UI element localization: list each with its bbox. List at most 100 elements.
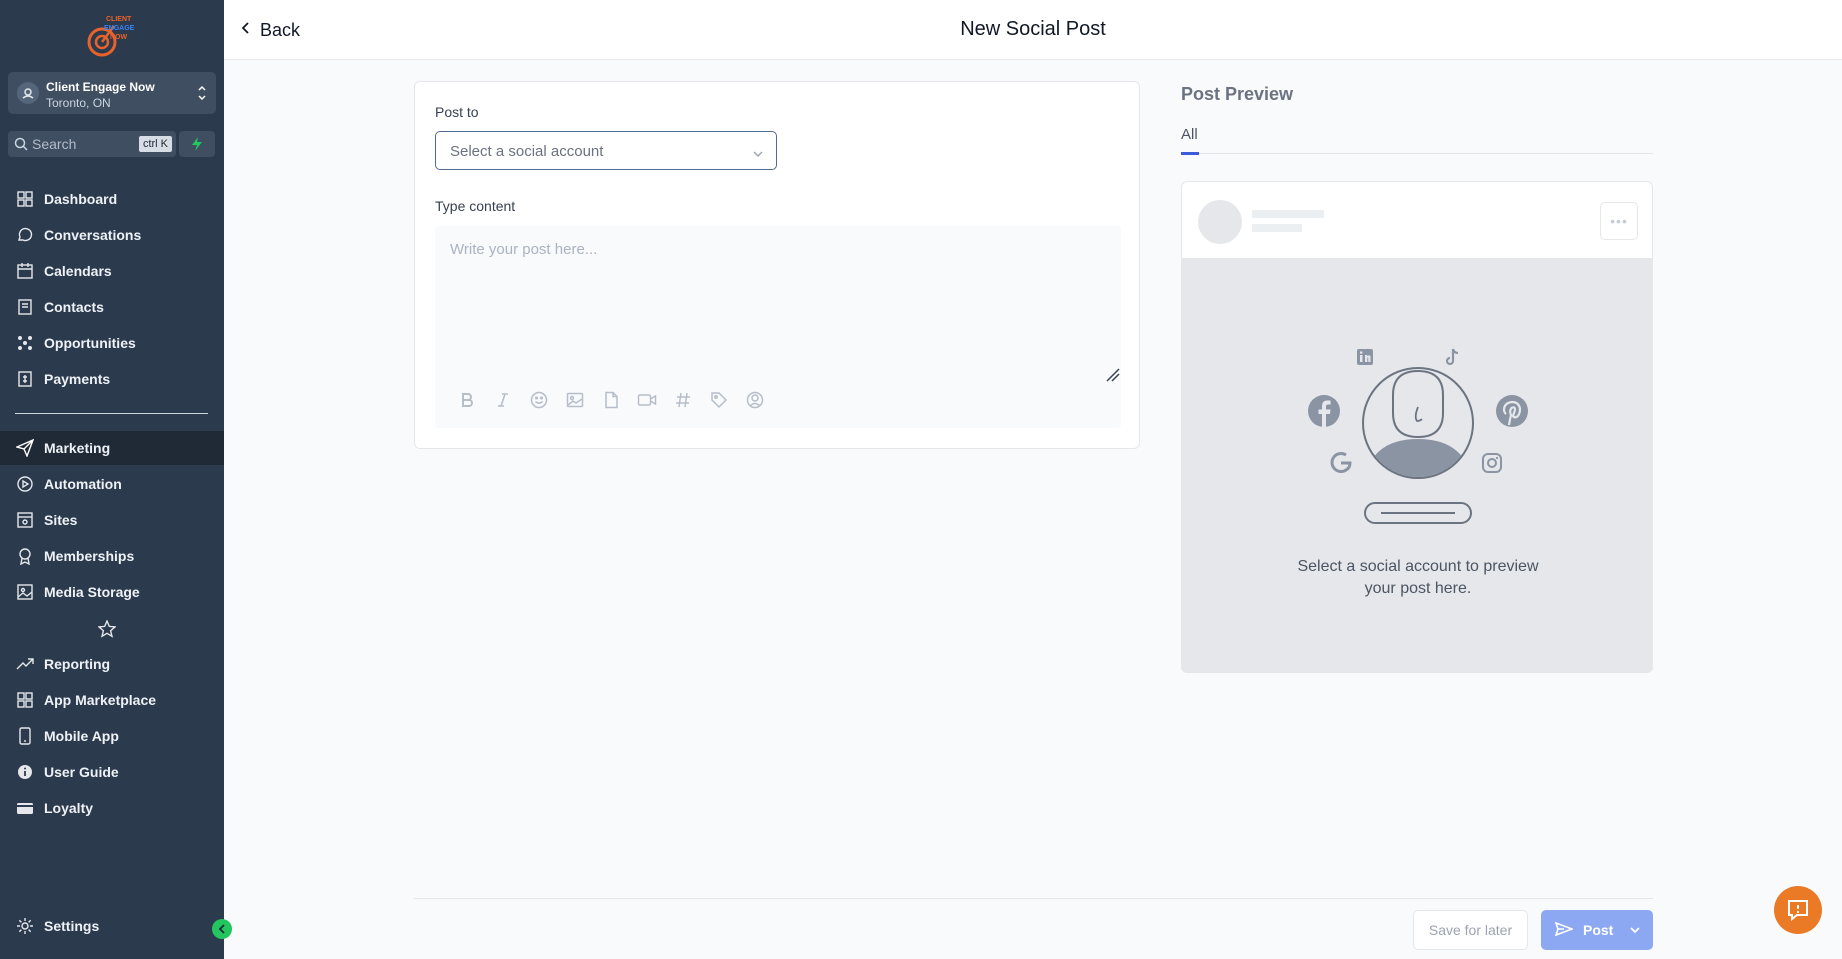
save-for-later-button[interactable]: Save for later [1413,910,1528,950]
sidebar-item-mobile-app[interactable]: Mobile App [0,719,224,753]
sidebar-item-settings[interactable]: Settings [0,909,224,943]
social-accounts-illustration [1308,347,1528,529]
bold-icon[interactable] [457,390,477,410]
page-title: New Social Post [960,18,1106,40]
gear-icon [16,917,34,935]
loyalty-icon [16,799,34,817]
sidebar-item-app-marketplace[interactable]: App Marketplace [0,683,224,717]
hashtag-icon[interactable] [673,390,693,410]
contacts-icon [16,298,34,316]
skeleton-line [1252,224,1302,232]
search-placeholder: Search [32,136,77,152]
content-placeholder: Write your post here... [450,241,598,258]
sidebar-item-label: Payments [44,371,111,387]
document-icon[interactable] [601,390,621,410]
search-shortcut: ctrl K [138,136,172,152]
dashboard-icon [16,190,34,208]
sidebar-item-reporting[interactable]: Reporting [0,647,224,681]
sidebar-item-label: Calendars [44,263,112,279]
preview-empty-message: Select a social account to preview your … [1297,558,1539,597]
info-icon [16,763,34,781]
preview-title: Post Preview [1181,84,1294,104]
feedback-icon [1788,900,1808,922]
send-icon [1554,921,1575,940]
more-options-icon[interactable]: ••• [1600,202,1638,240]
sidebar-item-media-storage[interactable]: Media Storage [0,575,224,609]
social-account-select[interactable]: Select a social account [435,131,777,170]
post-to-label: Post to [435,104,479,120]
automation-icon [16,475,34,493]
account-name: Client Engage Now [46,80,155,94]
pinterest-icon [1496,395,1528,427]
search-icon [14,137,28,156]
sidebar-item-payments[interactable]: Payments [0,362,224,396]
chevron-down-icon[interactable] [1629,922,1641,938]
tag-icon[interactable] [709,390,729,410]
payments-icon [16,370,34,388]
sidebar-item-loyalty[interactable]: Loyalty [0,791,224,825]
editor-toolbar [457,390,765,410]
post-content-editor[interactable]: Write your post here... [435,226,1121,428]
chevron-left-icon [218,924,225,934]
sites-icon [16,511,34,529]
sidebar-item-label: User Guide [44,764,119,780]
sidebar-item-label: Memberships [44,548,135,564]
tab-divider [1181,153,1653,154]
send-icon [14,438,35,458]
sidebar-item-dashboard[interactable]: Dashboard [0,182,224,216]
tab-active-indicator [1181,152,1199,155]
sidebar-item-marketing[interactable]: Marketing [0,431,224,465]
resize-handle-icon[interactable] [1105,367,1121,388]
sidebar-item-sites[interactable]: Sites [0,503,224,537]
post-label: Post [1583,922,1614,938]
chevron-updown-icon [197,82,207,104]
page-header: Back New Social Post [224,0,1842,60]
apps-icon [16,691,34,709]
avatar-placeholder [1198,200,1242,244]
sidebar-item-label: Marketing [44,440,111,456]
sidebar-item-label: Automation [44,476,122,492]
sidebar-item-label: Media Storage [44,584,140,600]
account-location: Toronto, ON [46,96,111,110]
sidebar-collapse-button[interactable] [212,919,232,939]
sidebar-item-memberships[interactable]: Memberships [0,539,224,573]
svg-text:NOW: NOW [110,34,128,41]
sidebar: CLIENT ENGAGE NOW Client Engage Now Toro… [0,0,224,959]
post-button[interactable]: Post [1541,910,1653,950]
compose-card: Post to Select a social account Type con… [414,81,1140,449]
account-switcher[interactable]: Client Engage Now Toronto, ON [8,72,216,114]
sidebar-item-label: Mobile App [44,728,119,744]
user-avatar-illustration [1362,367,1474,479]
video-icon[interactable] [637,390,657,410]
tiktok-icon [1445,348,1459,366]
chat-icon [16,226,34,244]
user-tag-icon[interactable] [745,390,765,410]
sidebar-item-label: Settings [44,918,100,934]
emoji-icon[interactable] [529,390,549,410]
sidebar-item-user-guide[interactable]: User Guide [0,755,224,789]
quick-actions-button[interactable] [179,131,215,157]
help-chat-button[interactable] [1774,886,1822,934]
membership-icon [16,547,34,566]
image-icon[interactable] [565,390,585,410]
svg-text:CLIENT: CLIENT [106,16,132,23]
preview-card-header: ••• [1182,182,1652,258]
search-input[interactable]: Search ctrl K [8,131,176,157]
svg-text:ENGAGE: ENGAGE [104,25,135,32]
sidebar-item-label: Dashboard [44,191,118,207]
sidebar-item-calendars[interactable]: Calendars [0,254,224,288]
facebook-icon [1308,395,1340,427]
sidebar-item-label: Loyalty [44,800,94,816]
tab-all[interactable]: All [1181,126,1198,143]
sidebar-item-automation[interactable]: Automation [0,467,224,501]
sidebar-item-contacts[interactable]: Contacts [0,290,224,324]
chevron-down-icon [752,146,764,164]
sidebar-item-opportunities[interactable]: Opportunities [0,326,224,360]
sidebar-item-label: App Marketplace [44,692,157,708]
italic-icon[interactable] [493,390,513,410]
sidebar-item-label: Contacts [44,299,104,315]
star-icon[interactable] [97,619,117,643]
name-plate-illustration [1364,502,1472,524]
sidebar-item-conversations[interactable]: Conversations [0,218,224,252]
brand-logo[interactable]: CLIENT ENGAGE NOW [80,12,144,60]
